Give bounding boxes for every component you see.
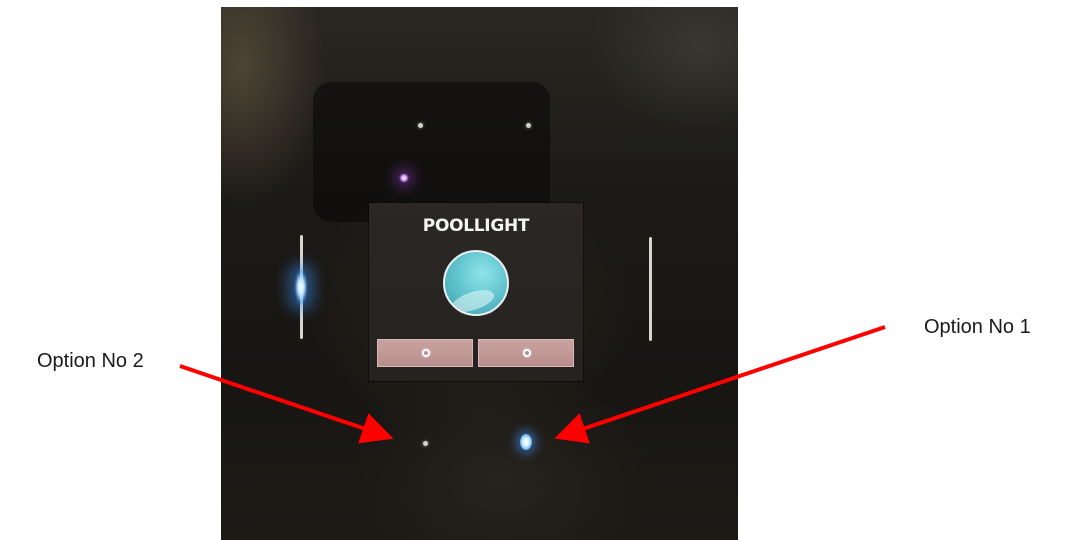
pool-light-circle-icon[interactable] (443, 250, 509, 316)
touch-panel-photo: POOLLIGHT (221, 7, 738, 540)
top-left-indicator-dot (418, 123, 423, 128)
screen-button-right[interactable] (478, 339, 574, 367)
screen-button-left[interactable] (377, 339, 473, 367)
option-2-label: Option No 2 (37, 350, 144, 372)
device-screen: POOLLIGHT (369, 203, 583, 381)
dot-icon (523, 349, 531, 357)
dot-icon (422, 349, 430, 357)
purple-glint (399, 173, 409, 183)
left-slider-glow (294, 269, 308, 305)
top-right-indicator-dot (526, 123, 531, 128)
option-1-label: Option No 1 (924, 316, 1031, 338)
screenshot-stage: POOLLIGHT Option No 2 Option No 1 (0, 0, 1075, 540)
option-2-led[interactable] (423, 441, 428, 446)
right-slider-bar[interactable] (649, 237, 652, 341)
screen-title: POOLLIGHT (422, 216, 530, 236)
glass-reflection (313, 82, 550, 222)
circle-shine (449, 285, 497, 314)
option-1-led[interactable] (520, 434, 532, 450)
